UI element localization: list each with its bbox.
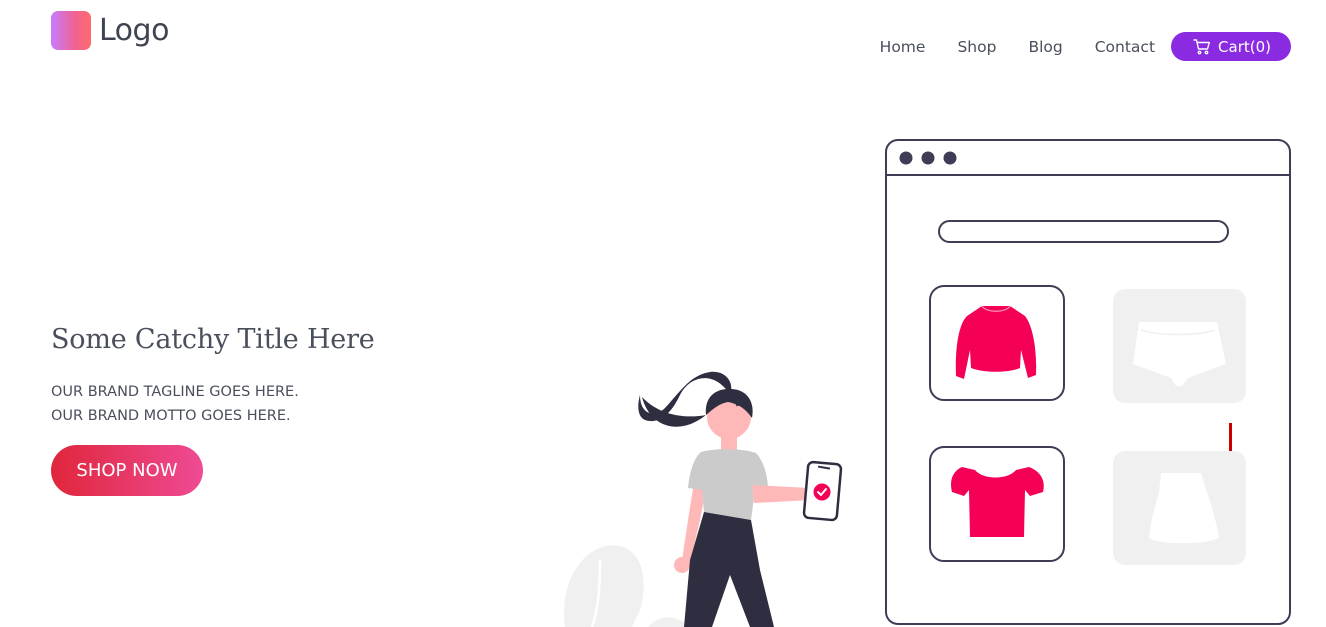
search-bar-shape (938, 220, 1229, 243)
window-dot-icon (921, 151, 935, 165)
nav-link-shop[interactable]: Shop (957, 38, 996, 56)
brand-motto: OUR BRAND MOTTO GOES HERE. (51, 408, 291, 424)
logo[interactable]: Logo (51, 11, 169, 50)
brand-tagline: OUR BRAND TAGLINE GOES HERE. (51, 384, 299, 400)
online-shopping-illustration (564, 139, 1291, 627)
cart-button[interactable]: Cart(0) (1171, 32, 1291, 61)
hero-title: Some Catchy Title Here (51, 324, 375, 355)
phone-checkmark-icon (802, 460, 843, 522)
browser-window (885, 139, 1291, 625)
shopping-cart-icon (1193, 38, 1211, 54)
window-dot-icon (943, 151, 957, 165)
nav-link-contact[interactable]: Contact (1095, 38, 1155, 56)
woman-figure (638, 371, 843, 627)
logo-mark-icon (51, 11, 91, 50)
nav-link-blog[interactable]: Blog (1028, 38, 1062, 56)
hero-tagline-block: OUR BRAND TAGLINE GOES HERE. OUR BRAND M… (51, 380, 299, 428)
shop-now-button[interactable]: SHOP NOW (51, 445, 203, 496)
plant-decoration (564, 545, 690, 627)
main-nav: Home Shop Blog Contact Cart(0) (880, 32, 1291, 61)
nav-link-home[interactable]: Home (880, 38, 926, 56)
logo-text: Logo (99, 13, 169, 48)
cart-label: Cart(0) (1218, 37, 1271, 56)
window-dot-icon (899, 151, 913, 165)
